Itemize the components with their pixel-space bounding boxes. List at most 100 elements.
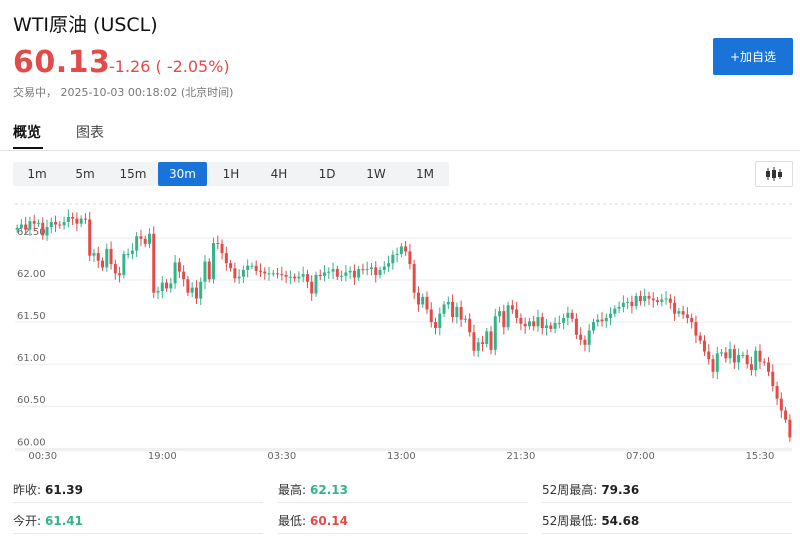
x-tick-label: 21:30 — [506, 451, 535, 462]
candle-body — [549, 325, 553, 329]
interval-30m[interactable]: 30m — [158, 162, 207, 186]
candle-body — [318, 274, 322, 276]
candle-body — [664, 298, 668, 300]
candle-body — [101, 260, 105, 268]
candle-body — [15, 227, 19, 230]
stat-value: 62.13 — [310, 483, 349, 497]
candle-body — [754, 350, 758, 371]
candle-body — [685, 314, 689, 318]
candle-body — [258, 270, 262, 272]
stats-panel: 昨收: 61.39 最高: 62.13 52周最高: 79.36 今开: 61.41 最… — [0, 472, 800, 542]
candle-body — [58, 224, 62, 226]
interval-1d[interactable]: 1D — [303, 162, 351, 186]
candle-body — [369, 267, 373, 270]
stat-high: 最高: 62.13 — [278, 481, 348, 498]
candle-body — [673, 302, 677, 314]
candle-body — [32, 221, 36, 224]
divider — [13, 533, 263, 534]
candle-body — [728, 349, 732, 359]
candle-body — [468, 318, 472, 333]
candle-body — [412, 264, 416, 293]
candle-body — [352, 270, 356, 278]
interval-4h[interactable]: 4H — [255, 162, 303, 186]
candle-body — [284, 274, 288, 277]
candle-body — [41, 222, 45, 236]
y-tick-label: 60.50 — [17, 395, 46, 406]
candle-body — [771, 371, 775, 387]
tab-chart[interactable]: 图表 — [76, 122, 104, 142]
candle-body — [455, 306, 459, 318]
candle-body — [621, 302, 625, 307]
tab-overview[interactable]: 概览 — [13, 122, 41, 142]
candle-body — [702, 340, 706, 352]
candle-body — [429, 309, 433, 323]
y-tick-label: 61.00 — [17, 353, 46, 364]
stat-52w-high: 52周最高: 79.36 — [542, 481, 639, 498]
candle-body — [220, 243, 224, 254]
stat-value: 61.41 — [45, 514, 84, 528]
candle-body — [54, 221, 58, 225]
add-to-watchlist-button[interactable]: +加自选 — [713, 38, 793, 75]
candle-body — [271, 273, 275, 275]
candle-body — [207, 261, 211, 280]
candle-body — [186, 279, 190, 293]
chart-type-button[interactable] — [755, 161, 793, 187]
interval-5m[interactable]: 5m — [61, 162, 109, 186]
candle-body — [442, 304, 446, 314]
candle-body — [130, 250, 134, 254]
candle-body — [532, 321, 536, 327]
candle-body — [404, 246, 408, 252]
candle-body — [527, 321, 531, 327]
candle-body — [681, 311, 685, 315]
candle-body — [323, 272, 327, 276]
interval-1h[interactable]: 1H — [207, 162, 255, 186]
candle-body — [493, 316, 497, 350]
interval-15m[interactable]: 15m — [109, 162, 157, 186]
candle-body — [19, 224, 23, 228]
candle-body — [267, 273, 271, 275]
candle-body — [737, 354, 741, 363]
interval-1mo[interactable]: 1M — [401, 162, 449, 186]
stat-label: 最低: — [278, 514, 307, 528]
candle-body — [391, 254, 395, 264]
candle-body — [540, 317, 544, 328]
instrument-title: WTI原油 (USCL) — [13, 14, 158, 36]
candle-body — [79, 218, 83, 224]
candle-body — [340, 275, 344, 277]
divider — [278, 502, 528, 503]
candle-body — [476, 342, 480, 351]
candle-body — [365, 269, 369, 271]
candle-body — [434, 322, 438, 328]
stat-label: 今开: — [13, 514, 42, 528]
candle-body — [732, 349, 736, 363]
candle-body — [408, 251, 412, 265]
candle-body — [152, 233, 156, 293]
candle-body — [536, 317, 540, 327]
interval-1m[interactable]: 1m — [13, 162, 61, 186]
candle-body — [779, 398, 783, 411]
candle-body — [66, 216, 70, 222]
stat-label: 52周最高: — [542, 483, 598, 497]
candle-body — [498, 311, 502, 317]
active-tab-indicator — [13, 147, 43, 149]
interval-1w[interactable]: 1W — [351, 162, 401, 186]
candle-body — [767, 362, 771, 372]
divider — [278, 533, 528, 534]
candle-body — [515, 309, 519, 318]
candle-body — [169, 283, 173, 289]
candle-body — [596, 319, 600, 323]
candle-body — [425, 296, 429, 310]
price-chart[interactable]: 62.50 62.00 61.50 61.00 60.50 60.00 00:30 19:00… — [0, 192, 800, 466]
tab-bar: 概览 图表 — [0, 112, 800, 151]
candle-body — [421, 296, 425, 305]
candle-body — [651, 298, 655, 301]
candle-body — [438, 313, 442, 328]
candle-body — [88, 219, 92, 256]
candle-body — [600, 319, 604, 322]
interval-selector: 1m 5m 15m 30m 1H 4H 1D 1W 1M — [13, 162, 449, 186]
stat-label: 最高: — [278, 483, 307, 497]
candle-body — [480, 342, 484, 344]
stat-52w-low: 52周最低: 54.68 — [542, 512, 639, 529]
x-tick-label: 07:00 — [626, 451, 655, 462]
candlestick-chart[interactable]: 62.5062.0061.5061.0060.5060.0000:30 19:00… — [0, 192, 800, 466]
